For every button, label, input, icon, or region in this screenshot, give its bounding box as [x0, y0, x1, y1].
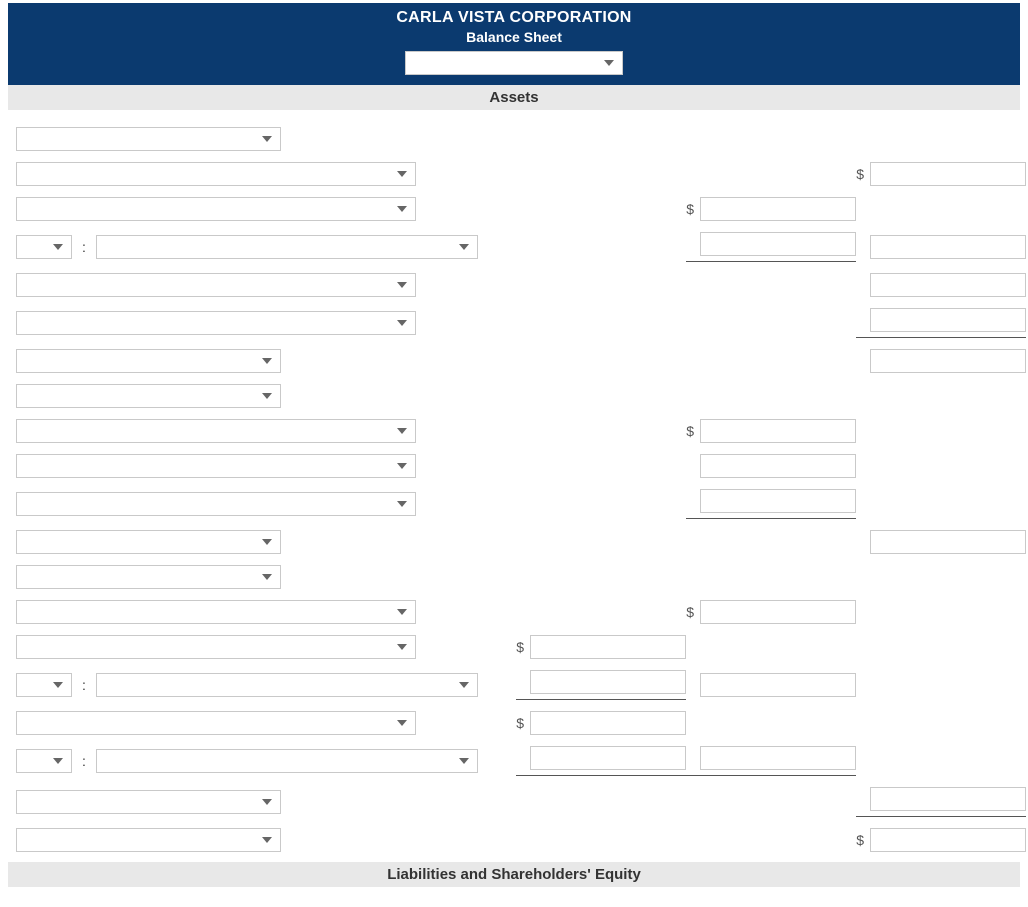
asset-detail-select-4[interactable]: [96, 235, 478, 259]
amount-input-5-4[interactable]: [870, 273, 1026, 297]
colon: :: [80, 239, 88, 255]
dollar-sign: $: [856, 166, 864, 182]
asset-detail-select-18[interactable]: [96, 749, 478, 773]
asset-row-8: [16, 384, 1012, 408]
report-date-select[interactable]: [405, 51, 623, 75]
asset-row-5: [16, 273, 1012, 297]
amount-input-7-4[interactable]: [870, 349, 1026, 373]
asset-line-select-17[interactable]: [16, 711, 416, 735]
asset-row-13: [16, 565, 1012, 589]
asset-line-select-11[interactable]: [16, 492, 416, 516]
assets-body: $ $ :: [8, 110, 1020, 852]
colon: :: [80, 677, 88, 693]
asset-row-10: [16, 454, 1012, 478]
amount-input-18-3[interactable]: [700, 746, 856, 770]
amount-input-9-3[interactable]: [700, 419, 856, 443]
asset-category-select-19[interactable]: [16, 790, 281, 814]
asset-line-select-10[interactable]: [16, 454, 416, 478]
dollar-sign: $: [856, 832, 864, 848]
asset-row-19: [16, 787, 1012, 817]
section-liab-equity-heading: Liabilities and Shareholders' Equity: [8, 862, 1020, 887]
asset-category-select-1[interactable]: [16, 127, 281, 151]
asset-category-select-8[interactable]: [16, 384, 281, 408]
dollar-sign: $: [686, 201, 694, 217]
amount-input-6-4[interactable]: [870, 308, 1026, 332]
asset-line-select-14[interactable]: [16, 600, 416, 624]
asset-row-20: $: [16, 828, 1012, 852]
asset-row-2: $: [16, 162, 1012, 186]
asset-sign-select-4[interactable]: [16, 235, 72, 259]
amount-input-20-4[interactable]: [870, 828, 1026, 852]
amount-input-15-2[interactable]: [530, 635, 686, 659]
amount-input-11-3[interactable]: [700, 489, 856, 513]
asset-line-select-15[interactable]: [16, 635, 416, 659]
amount-input-2-4[interactable]: [870, 162, 1026, 186]
asset-line-select-5[interactable]: [16, 273, 416, 297]
company-name: CARLA VISTA CORPORATION: [8, 9, 1020, 27]
amount-input-14-3[interactable]: [700, 600, 856, 624]
asset-row-11: [16, 489, 1012, 519]
amount-input-17-2[interactable]: [530, 711, 686, 735]
amount-input-10-3[interactable]: [700, 454, 856, 478]
asset-row-7: [16, 349, 1012, 373]
asset-row-9: $: [16, 419, 1012, 443]
asset-category-select-7[interactable]: [16, 349, 281, 373]
report-title: Balance Sheet: [8, 29, 1020, 45]
asset-line-select-9[interactable]: [16, 419, 416, 443]
asset-category-select-20[interactable]: [16, 828, 281, 852]
asset-line-select-6[interactable]: [16, 311, 416, 335]
asset-row-14: $: [16, 600, 1012, 624]
amount-input-4-3[interactable]: [700, 232, 856, 256]
asset-row-1: [16, 127, 1012, 151]
asset-row-6: [16, 308, 1012, 338]
asset-row-16: :: [16, 670, 1012, 700]
asset-detail-select-16[interactable]: [96, 673, 478, 697]
dollar-sign: $: [686, 604, 694, 620]
asset-category-select-12[interactable]: [16, 530, 281, 554]
amount-input-19-4[interactable]: [870, 787, 1026, 811]
amount-input-4-4[interactable]: [870, 235, 1026, 259]
asset-line-select-2[interactable]: [16, 162, 416, 186]
asset-row-15: $: [16, 635, 1012, 659]
amount-input-16-2[interactable]: [530, 670, 686, 694]
asset-row-17: $: [16, 711, 1012, 735]
asset-sign-select-16[interactable]: [16, 673, 72, 697]
asset-row-18: :: [16, 746, 1012, 776]
asset-line-select-3[interactable]: [16, 197, 416, 221]
dollar-sign: $: [686, 423, 694, 439]
colon: :: [80, 753, 88, 769]
amount-input-3-3[interactable]: [700, 197, 856, 221]
asset-row-3: $: [16, 197, 1012, 221]
asset-sign-select-18[interactable]: [16, 749, 72, 773]
amount-input-16-3[interactable]: [700, 673, 856, 697]
asset-row-12: [16, 530, 1012, 554]
dollar-sign: $: [516, 715, 524, 731]
report-header: CARLA VISTA CORPORATION Balance Sheet: [8, 3, 1020, 85]
amount-input-12-4[interactable]: [870, 530, 1026, 554]
asset-category-select-13[interactable]: [16, 565, 281, 589]
dollar-sign: $: [516, 639, 524, 655]
asset-row-4: :: [16, 232, 1012, 262]
amount-input-18-2[interactable]: [530, 746, 686, 770]
section-assets-heading: Assets: [8, 85, 1020, 110]
